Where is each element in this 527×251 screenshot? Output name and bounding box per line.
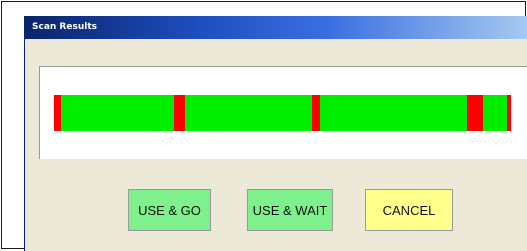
scan-segment-pass — [319, 95, 467, 131]
window-title: Scan Results — [32, 22, 97, 32]
scan-segment-pass — [482, 95, 507, 131]
cancel-button[interactable]: CANCEL — [365, 189, 453, 231]
scan-segment-fail — [506, 95, 511, 131]
scan-segment-pass — [60, 95, 175, 131]
scan-segment-pass — [185, 95, 313, 131]
title-bar[interactable]: Scan Results — [25, 16, 527, 39]
scan-segment-fail — [466, 95, 483, 131]
scan-segment-fail — [312, 95, 320, 131]
use-and-go-button[interactable]: USE & GO — [128, 189, 211, 231]
scan-segment-fail — [174, 95, 186, 131]
scan-segment-fail — [54, 95, 61, 131]
scan-results-dialog: Scan Results USE & GO USE & WAIT CANCEL — [24, 16, 527, 251]
results-panel — [39, 66, 527, 159]
scan-result-bar — [54, 95, 511, 131]
outer-frame: Scan Results USE & GO USE & WAIT CANCEL — [1, 1, 527, 251]
use-and-wait-button[interactable]: USE & WAIT — [247, 189, 333, 231]
